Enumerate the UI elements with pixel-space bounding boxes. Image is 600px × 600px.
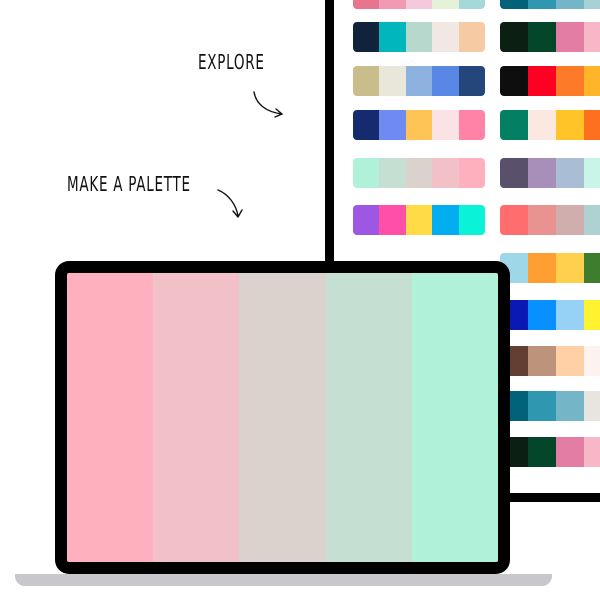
palette-swatch	[405, 205, 433, 235]
palette-swatch	[353, 110, 380, 140]
palette-swatch	[432, 205, 459, 235]
palette-swatch	[556, 346, 584, 376]
palette-swatch	[528, 205, 556, 235]
palette-swatch	[379, 66, 406, 96]
palette-swatch	[432, 158, 459, 188]
palette-color-band[interactable]	[239, 273, 326, 562]
palette-swatch	[405, 66, 433, 96]
palette-swatch	[528, 391, 556, 421]
palette-swatch	[458, 205, 485, 235]
palette-swatch	[500, 66, 528, 96]
palette-swatch	[528, 346, 556, 376]
palette-swatch	[528, 300, 556, 330]
palette-swatch	[405, 110, 433, 140]
palette-swatch	[432, 110, 459, 140]
palette-swatch	[584, 437, 600, 467]
explore-label: EXPLORE	[198, 50, 265, 74]
palette-swatch	[353, 66, 380, 96]
explore-palette-card[interactable]	[500, 391, 600, 421]
explore-palette-card[interactable]	[353, 22, 485, 52]
explore-palette-card[interactable]	[500, 158, 600, 188]
palette-swatch	[458, 0, 485, 9]
palette-swatch	[528, 437, 556, 467]
palette-swatch	[353, 0, 380, 9]
explore-palette-card[interactable]	[353, 66, 485, 96]
palette-swatch	[556, 66, 584, 96]
palette-swatch	[556, 110, 584, 140]
make-a-palette-label: MAKE A PALETTE	[67, 172, 191, 196]
palette-swatch	[584, 391, 600, 421]
palette-swatch	[584, 300, 600, 330]
palette-swatch	[458, 22, 485, 52]
palette-swatch	[432, 22, 459, 52]
palette-swatch	[528, 110, 556, 140]
palette-swatch	[528, 66, 556, 96]
palette-swatch	[500, 110, 528, 140]
palette-swatch	[353, 205, 380, 235]
explore-palette-card[interactable]	[500, 437, 600, 467]
palette-swatch	[500, 205, 528, 235]
palette-swatch	[556, 0, 584, 9]
palette-swatch	[556, 391, 584, 421]
palette-swatch	[584, 346, 600, 376]
explore-palette-card[interactable]	[500, 253, 600, 283]
palette-swatch	[458, 66, 485, 96]
palette-swatch	[528, 0, 556, 9]
explore-palette-card[interactable]	[500, 300, 600, 330]
palette-swatch	[584, 205, 600, 235]
palette-swatch	[353, 158, 380, 188]
palette-swatch	[556, 300, 584, 330]
palette-swatch	[584, 22, 600, 52]
palette-swatch	[500, 0, 528, 9]
palette-swatch	[528, 253, 556, 283]
laptop	[55, 261, 510, 574]
explore-palette-card[interactable]	[500, 110, 600, 140]
palette-swatch	[556, 205, 584, 235]
explore-palette-card[interactable]	[353, 205, 485, 235]
explore-palette-card[interactable]	[500, 22, 600, 52]
palette-swatch	[500, 158, 528, 188]
palette-swatch	[584, 110, 600, 140]
explore-arrow-icon	[253, 91, 283, 118]
palette-swatch	[379, 158, 406, 188]
palette-swatch	[379, 205, 406, 235]
explore-palette-card[interactable]	[353, 158, 485, 188]
palette-color-band[interactable]	[67, 273, 154, 562]
palette-swatch	[379, 110, 406, 140]
make-a-palette-arrow-icon	[217, 189, 243, 218]
palette-swatch	[556, 158, 584, 188]
palette-swatch	[379, 0, 406, 9]
palette-swatch	[528, 22, 556, 52]
palette-swatch	[432, 0, 459, 9]
palette-swatch	[584, 158, 600, 188]
palette-swatch	[500, 22, 528, 52]
palette-color-band[interactable]	[325, 273, 412, 562]
palette-swatch	[584, 66, 600, 96]
palette-swatch	[432, 66, 459, 96]
explore-palette-card[interactable]	[500, 66, 600, 96]
palette-swatch	[556, 437, 584, 467]
explore-palette-card[interactable]	[500, 205, 600, 235]
explore-palette-card[interactable]	[500, 0, 600, 9]
palette-swatch	[584, 253, 600, 283]
palette-editor-screen	[67, 273, 498, 562]
palette-swatch	[405, 22, 433, 52]
explore-palette-card[interactable]	[353, 110, 485, 140]
explore-palette-card[interactable]	[353, 0, 485, 9]
palette-swatch	[353, 22, 380, 52]
explore-palette-card[interactable]	[500, 346, 600, 376]
palette-swatch	[458, 110, 485, 140]
palette-swatch	[405, 158, 433, 188]
palette-swatch	[458, 158, 485, 188]
palette-swatch	[379, 22, 406, 52]
palette-color-band[interactable]	[153, 273, 240, 562]
palette-swatch	[584, 0, 600, 9]
palette-swatch	[528, 158, 556, 188]
laptop-base	[15, 574, 552, 586]
palette-swatch	[405, 0, 433, 9]
palette-color-band[interactable]	[411, 273, 498, 562]
palette-swatch	[556, 22, 584, 52]
palette-swatch	[556, 253, 584, 283]
